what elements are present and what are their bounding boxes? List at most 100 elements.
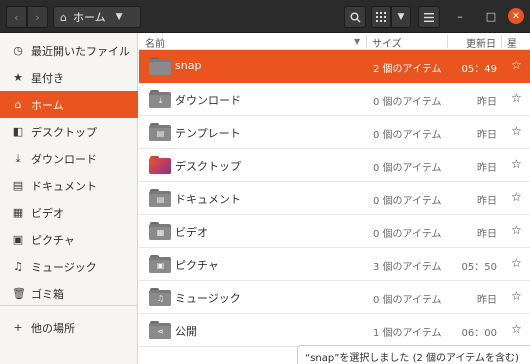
star-icon[interactable]: ☆ bbox=[511, 58, 522, 72]
star-icon[interactable]: ☆ bbox=[511, 190, 522, 204]
file-name: ダウンロード bbox=[175, 94, 241, 107]
star-icon[interactable]: ☆ bbox=[511, 289, 522, 303]
sort-descending-icon[interactable]: ▼ bbox=[354, 37, 360, 46]
file-row[interactable]: snap 2 個のアイテム 05：49 ☆ bbox=[139, 50, 530, 83]
sidebar-item-clock[interactable]: ◷ 最近開いたファイル bbox=[0, 37, 138, 64]
star-icon[interactable]: ☆ bbox=[511, 157, 522, 171]
column-divider bbox=[447, 35, 448, 48]
folder-icon: ▤ bbox=[149, 188, 171, 208]
file-name: ドキュメント bbox=[175, 193, 241, 206]
sidebar-item-plus[interactable]: + 他の場所 bbox=[0, 314, 138, 341]
desktop-icon: ◧ bbox=[12, 125, 24, 138]
back-button[interactable]: ‹ bbox=[6, 6, 27, 28]
minimize-button[interactable]: – bbox=[452, 8, 468, 24]
star-icon[interactable]: ☆ bbox=[511, 124, 522, 138]
file-row[interactable]: ▤ ドキュメント 0 個のアイテム 昨日 ☆ bbox=[139, 182, 530, 215]
home-icon: ⌂ bbox=[14, 98, 22, 111]
file-row[interactable]: ⋖ 公開 1 個のアイテム 06：00 ☆ bbox=[139, 314, 530, 347]
trash-icon: 🗑 bbox=[12, 287, 26, 300]
chevron-down-icon: ▼ bbox=[397, 12, 405, 22]
sidebar-item-label: ピクチャ bbox=[31, 233, 75, 247]
sidebar-item-desktop[interactable]: ◧ デスクトップ bbox=[0, 118, 138, 145]
sidebar-item-label: 他の場所 bbox=[31, 321, 75, 335]
hamburger-menu-icon bbox=[424, 12, 434, 22]
chevron-down-icon: ▼ bbox=[115, 12, 123, 22]
star-icon[interactable]: ☆ bbox=[511, 91, 522, 105]
sidebar-item-label: ゴミ箱 bbox=[31, 287, 64, 301]
file-modified: 05：50 bbox=[461, 262, 497, 273]
column-modified-header[interactable]: 更新日 bbox=[466, 35, 496, 50]
sidebar-item-label: 星付き bbox=[31, 71, 64, 85]
sidebar-item-music[interactable]: ♫ ミュージック bbox=[0, 253, 138, 280]
folder-icon bbox=[149, 56, 171, 76]
folder-icon: ♫ bbox=[149, 287, 171, 307]
path-label: ホーム bbox=[72, 11, 106, 24]
sidebar-item-label: デスクトップ bbox=[31, 125, 97, 139]
column-name-header[interactable]: 名前 bbox=[145, 35, 165, 50]
file-row[interactable]: デスクトップ 0 個のアイテム 昨日 ☆ bbox=[139, 149, 530, 182]
folder-icon: ▣ bbox=[149, 254, 171, 274]
close-icon: ✕ bbox=[511, 10, 521, 22]
path-bar-home-button[interactable]: ⌂ ホーム ▼ bbox=[53, 6, 141, 28]
star-icon[interactable]: ☆ bbox=[511, 256, 522, 270]
file-row[interactable]: ▦ ビデオ 0 個のアイテム 昨日 ☆ bbox=[139, 215, 530, 248]
file-name: ミュージック bbox=[175, 292, 241, 305]
picture-icon: ▣ bbox=[12, 233, 24, 246]
sidebar-item-download[interactable]: ⤓ ダウンロード bbox=[0, 145, 138, 172]
file-modified: 昨日 bbox=[477, 130, 497, 141]
download-icon: ⤓ bbox=[15, 151, 21, 165]
file-size: 0 個のアイテム bbox=[373, 97, 442, 108]
file-modified: 昨日 bbox=[477, 295, 497, 306]
sidebar: ◷ 最近開いたファイル ★ 星付き ⌂ ホーム ◧ デスクトップ ⤓ ダウンロード ▤ ドキュメント ▦… bbox=[0, 33, 138, 364]
sidebar-item-label: ダウンロード bbox=[31, 152, 97, 166]
sidebar-item-picture[interactable]: ▣ ピクチャ bbox=[0, 226, 138, 253]
close-button[interactable]: ✕ bbox=[508, 8, 524, 24]
search-button[interactable] bbox=[344, 6, 366, 28]
file-name: デスクトップ bbox=[175, 160, 241, 173]
file-size: 2 個のアイテム bbox=[373, 64, 442, 75]
file-row[interactable]: ▤ テンプレート 0 個のアイテム 昨日 ☆ bbox=[139, 116, 530, 149]
sidebar-item-document[interactable]: ▤ ドキュメント bbox=[0, 172, 138, 199]
sidebar-item-trash[interactable]: 🗑 ゴミ箱 bbox=[0, 280, 138, 307]
file-modified: 昨日 bbox=[477, 229, 497, 240]
music-icon: ♫ bbox=[13, 260, 23, 273]
video-icon: ▦ bbox=[12, 206, 24, 219]
main-menu-button[interactable] bbox=[418, 6, 440, 28]
file-modified: 06：00 bbox=[461, 328, 497, 339]
file-name: snap bbox=[175, 59, 202, 72]
selection-status: “snap”を選択しました (2 個のアイテムを含む) bbox=[297, 345, 530, 364]
file-size: 0 個のアイテム bbox=[373, 229, 442, 240]
view-options-button[interactable]: ▼ bbox=[391, 6, 411, 28]
maximize-button[interactable]: □ bbox=[483, 8, 499, 24]
file-row[interactable]: ▣ ピクチャ 3 個のアイテム 05：50 ☆ bbox=[139, 248, 530, 281]
file-size: 0 個のアイテム bbox=[373, 295, 442, 306]
column-size-header[interactable]: サイズ bbox=[372, 35, 402, 50]
file-name: ビデオ bbox=[175, 226, 208, 239]
sidebar-item-video[interactable]: ▦ ビデオ bbox=[0, 199, 138, 226]
star-icon: ★ bbox=[13, 71, 23, 84]
folder-icon: ▦ bbox=[149, 221, 171, 241]
folder-icon: ⋖ bbox=[149, 320, 171, 340]
star-icon[interactable]: ☆ bbox=[511, 223, 522, 237]
sidebar-item-home[interactable]: ⌂ ホーム bbox=[0, 91, 138, 118]
file-modified: 05：49 bbox=[461, 64, 497, 75]
column-star-header[interactable]: 星 bbox=[507, 35, 517, 50]
plus-icon: + bbox=[13, 321, 23, 334]
file-size: 0 個のアイテム bbox=[373, 196, 442, 207]
star-icon[interactable]: ☆ bbox=[511, 322, 522, 336]
document-icon: ▤ bbox=[12, 179, 24, 192]
file-modified: 昨日 bbox=[477, 163, 497, 174]
sidebar-item-label: ビデオ bbox=[31, 206, 64, 220]
file-row[interactable]: ⤓ ダウンロード 0 個のアイテム 昨日 ☆ bbox=[139, 83, 530, 116]
file-size: 0 個のアイテム bbox=[373, 130, 442, 141]
sidebar-separator bbox=[0, 305, 138, 306]
sidebar-item-star[interactable]: ★ 星付き bbox=[0, 64, 138, 91]
file-name: 公開 bbox=[175, 325, 197, 338]
view-toggle-button[interactable] bbox=[371, 6, 391, 28]
forward-button[interactable]: › bbox=[27, 6, 48, 28]
file-row[interactable]: ♫ ミュージック 0 個のアイテム 昨日 ☆ bbox=[139, 281, 530, 314]
search-icon bbox=[350, 12, 361, 23]
chevron-right-icon: › bbox=[35, 10, 40, 24]
file-name: テンプレート bbox=[175, 127, 241, 140]
header-bar: ‹ › ⌂ ホーム ▼ ▼ – □ ✕ bbox=[0, 0, 530, 33]
